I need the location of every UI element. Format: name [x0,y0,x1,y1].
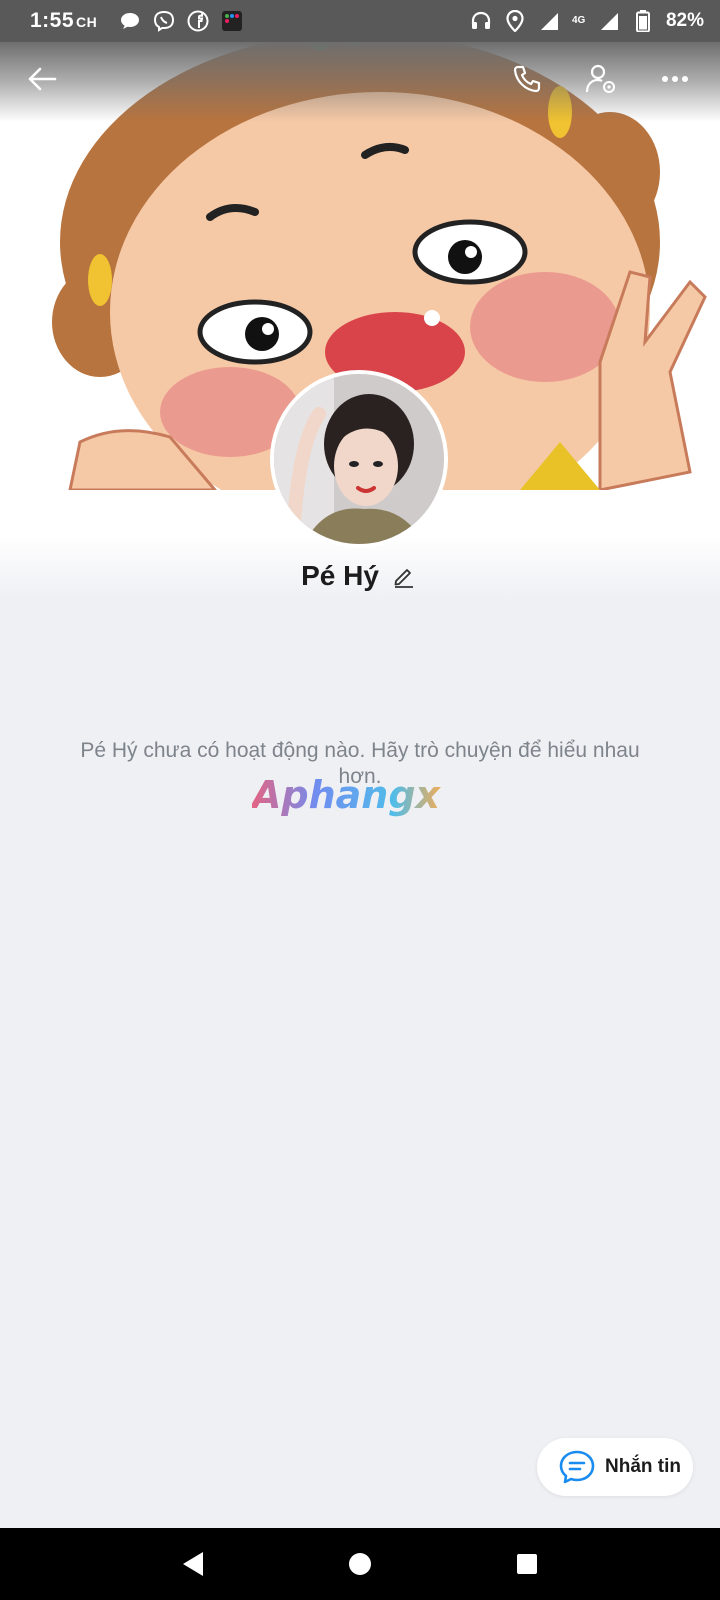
profile-name: Pé Hý [301,560,379,591]
svg-text:Aphangx: Aphangx [252,773,442,817]
avatar[interactable] [270,370,448,548]
back-arrow-icon[interactable] [22,59,62,99]
recents-square-icon[interactable] [497,1534,557,1594]
avatar-photo [274,374,444,544]
status-bar: 1:55 CH 4G 82% [0,0,720,42]
headphones-icon [470,10,492,32]
system-navbar [0,1528,720,1600]
message-icon [559,1450,595,1484]
viber-icon [153,10,175,32]
message-button-label: Nhắn tin [605,1456,681,1477]
pencil-icon[interactable] [389,561,419,591]
facebook-icon [187,10,209,32]
home-circle-icon[interactable] [330,1534,390,1594]
status-time: 1:55 CH [30,9,98,32]
back-triangle-icon[interactable] [163,1534,223,1594]
more-icon[interactable] [652,56,698,102]
user-settings-icon[interactable] [578,56,624,102]
phone-icon[interactable] [504,56,550,102]
signal-icon [598,10,620,32]
signal-icon [538,10,560,32]
profile-name-row: Pé Hý [0,560,720,592]
battery-percent: 82% [665,10,704,31]
network-type: 4G [571,15,586,26]
message-button[interactable]: Nhắn tin [537,1438,693,1496]
watermark-logo: Aphangx [249,772,472,822]
chat-bubble-icon [119,10,141,32]
app-grid-icon [221,10,243,32]
battery-icon [632,10,654,32]
watermark-image: Aphangx [249,773,442,817]
top-bar [0,42,720,116]
location-icon [504,10,526,32]
